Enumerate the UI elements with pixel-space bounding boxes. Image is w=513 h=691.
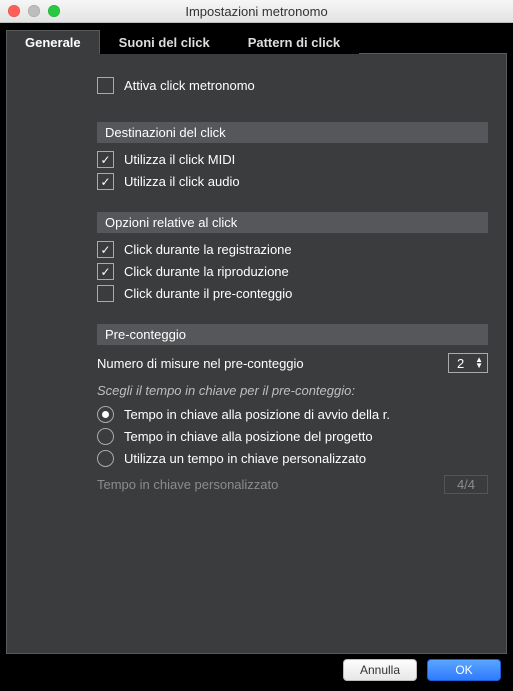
section-precount: Pre-conteggio [97, 324, 488, 345]
radio-custom-row: Utilizza un tempo in chiave personalizza… [97, 450, 488, 467]
midi-row: Utilizza il click MIDI [97, 151, 488, 168]
precount-click-label: Click durante il pre-conteggio [124, 286, 292, 301]
radio-custom-label: Utilizza un tempo in chiave personalizza… [124, 451, 366, 466]
precount-bars-row: Numero di misure nel pre-conteggio 2 ▲▼ [97, 353, 488, 373]
panel-general: Attiva click metronomo Destinazioni del … [6, 53, 507, 654]
custom-timesig-value: 4/4 [444, 475, 488, 494]
tab-strip: Generale Suoni del click Pattern di clic… [6, 29, 507, 53]
radio-recpos-label: Tempo in chiave alla posizione di avvio … [124, 407, 390, 422]
section-options: Opzioni relative al click [97, 212, 488, 233]
record-label: Click durante la registrazione [124, 242, 292, 257]
radio-projpos-row: Tempo in chiave alla posizione del proge… [97, 428, 488, 445]
section-destinations: Destinazioni del click [97, 122, 488, 143]
close-icon[interactable] [8, 5, 20, 17]
midi-checkbox[interactable] [97, 151, 114, 168]
footer: Annulla OK [6, 654, 507, 686]
audio-label: Utilizza il click audio [124, 174, 240, 189]
precount-bars-value: 2 [457, 356, 464, 371]
record-row: Click durante la registrazione [97, 241, 488, 258]
precount-click-row: Click durante il pre-conteggio [97, 285, 488, 302]
precount-click-checkbox[interactable] [97, 285, 114, 302]
radio-projpos[interactable] [97, 428, 114, 445]
tab-sounds[interactable]: Suoni del click [100, 30, 229, 54]
radio-recpos[interactable] [97, 406, 114, 423]
radio-recpos-row: Tempo in chiave alla posizione di avvio … [97, 406, 488, 423]
tab-patterns[interactable]: Pattern di click [229, 30, 359, 54]
audio-checkbox[interactable] [97, 173, 114, 190]
radio-projpos-label: Tempo in chiave alla posizione del proge… [124, 429, 373, 444]
tab-general[interactable]: Generale [6, 30, 100, 54]
ok-button[interactable]: OK [427, 659, 501, 681]
precount-note: Scegli il tempo in chiave per il pre-con… [97, 383, 488, 398]
precount-bars-spinner[interactable]: 2 ▲▼ [448, 353, 488, 373]
custom-timesig-label: Tempo in chiave personalizzato [97, 477, 278, 492]
window-title: Impostazioni metronomo [0, 4, 513, 19]
zoom-icon[interactable] [48, 5, 60, 17]
app-body: Generale Suoni del click Pattern di clic… [0, 23, 513, 691]
midi-label: Utilizza il click MIDI [124, 152, 235, 167]
window-controls [8, 5, 60, 17]
play-label: Click durante la riproduzione [124, 264, 289, 279]
titlebar: Impostazioni metronomo [0, 0, 513, 23]
precount-bars-label: Numero di misure nel pre-conteggio [97, 356, 304, 371]
minimize-icon [28, 5, 40, 17]
activate-label: Attiva click metronomo [124, 78, 255, 93]
spinner-arrows-icon: ▲▼ [475, 357, 483, 369]
radio-custom[interactable] [97, 450, 114, 467]
activate-checkbox[interactable] [97, 77, 114, 94]
play-row: Click durante la riproduzione [97, 263, 488, 280]
record-checkbox[interactable] [97, 241, 114, 258]
audio-row: Utilizza il click audio [97, 173, 488, 190]
cancel-button[interactable]: Annulla [343, 659, 417, 681]
play-checkbox[interactable] [97, 263, 114, 280]
custom-timesig-row: Tempo in chiave personalizzato 4/4 [97, 475, 488, 494]
activate-row: Attiva click metronomo [97, 77, 488, 94]
